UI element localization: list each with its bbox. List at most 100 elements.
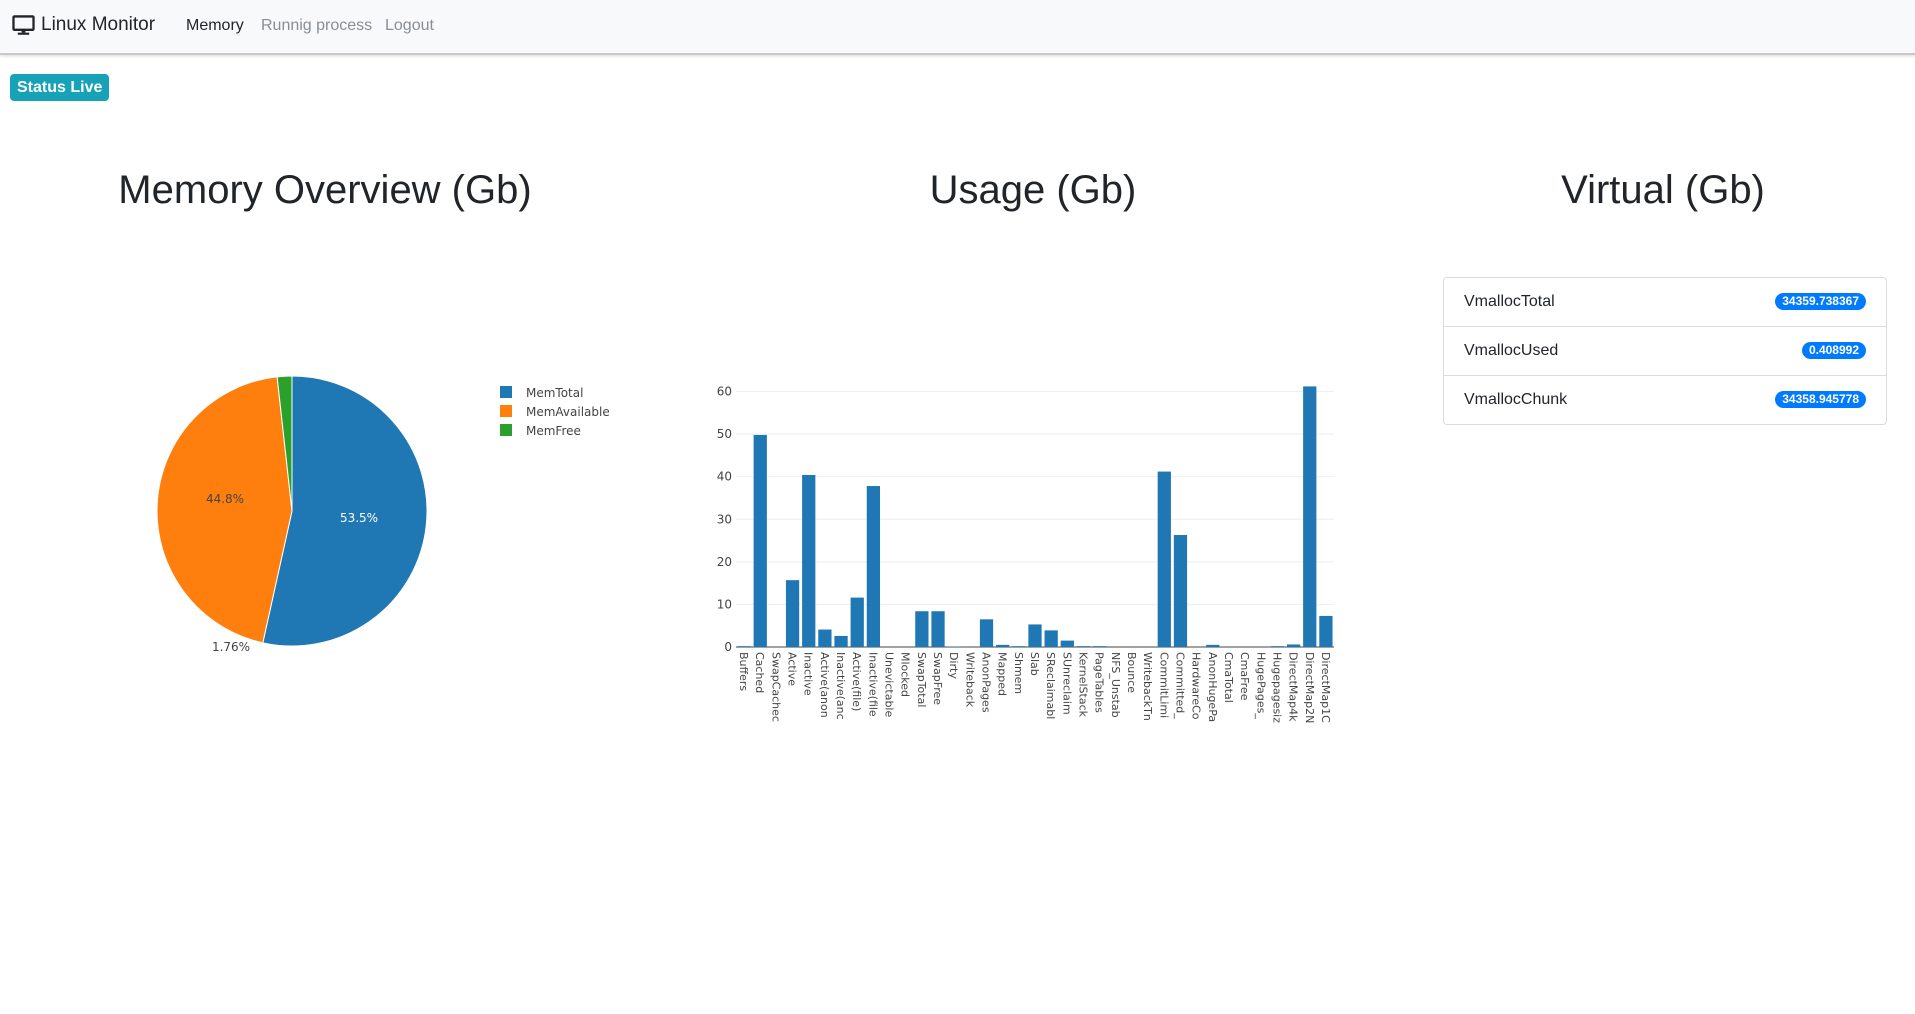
vmalloc-used-label: VmallocUsed (1464, 342, 1559, 359)
x-tick-label: HugePages_ (1254, 652, 1267, 719)
x-tick-label: Unevictable (883, 652, 896, 717)
bar-active-anon- (818, 629, 832, 647)
x-tick-label: SwapCachec (769, 652, 782, 722)
x-tick-label: CmaTotal (1222, 652, 1235, 703)
vmalloc-chunk-label: VmallocChunk (1464, 391, 1568, 408)
bar-directmap2m (1303, 386, 1317, 647)
bar-kernelstack (1076, 646, 1091, 647)
memory-pie-chart: 53.5% 44.8% 1.76% MemTotal MemAvailable MemF… (156, 375, 610, 654)
x-tick-label: HardwareCo (1190, 652, 1203, 720)
x-tick-label: Inactive (802, 652, 815, 696)
x-tick-label: Inactive(anc (834, 652, 847, 720)
nav-running-process[interactable]: Runnig process (261, 17, 372, 35)
x-tick-label: DirectMap4k (1287, 652, 1300, 722)
bar-active (785, 580, 800, 647)
legend-swatch-memavailable (500, 405, 512, 417)
y-tick-label: 10 (717, 597, 732, 611)
x-tick-label: Slab (1028, 652, 1041, 676)
bar-inactive-file- (866, 486, 881, 647)
x-tick-label: DirectMap1C (1319, 652, 1332, 723)
bar-sreclaimable (1044, 630, 1058, 647)
nav-logout[interactable]: Logout (385, 17, 434, 35)
bar-commitlimit (1157, 471, 1171, 647)
virtual-title: Virtual (Gb) (1561, 168, 1765, 212)
x-tick-label: WritebackTn (1141, 652, 1154, 721)
x-tick-label: Inactive(file (866, 652, 879, 717)
bar-anonhugepages (1206, 644, 1220, 647)
bar-directmap1g (1319, 615, 1333, 647)
bar-active-file- (850, 597, 864, 647)
virtual-list: VmallocTotal 34359.738367 VmallocUsed 0.… (1443, 277, 1887, 425)
x-tick-label: DirectMap2N (1303, 652, 1316, 723)
x-tick-label: SReclaimabl (1044, 652, 1057, 719)
list-item-vmalloc-chunk[interactable]: VmallocChunk 34358.945778 (1444, 376, 1886, 424)
vmalloc-chunk-value: 34358.945778 (1775, 391, 1866, 408)
pie-label-memfree: 1.76% (212, 640, 250, 654)
vmalloc-total-value: 34359.738367 (1775, 293, 1866, 310)
usage-title: Usage (Gb) (929, 168, 1137, 212)
x-tick-label: CmaFree (1238, 652, 1251, 701)
x-tick-label: Hugepagesiz (1270, 652, 1283, 723)
x-tick-label: Shmem (1012, 652, 1025, 694)
nav-memory[interactable]: Memory (186, 17, 244, 35)
bar-swapfree (931, 611, 945, 647)
y-tick-label: 50 (717, 427, 732, 441)
legend-swatch-memtotal (500, 386, 512, 398)
x-tick-label: SwapTotal (915, 652, 928, 707)
x-tick-label: SUnreclaim (1060, 652, 1073, 715)
x-tick-label: KernelStack (1076, 652, 1089, 718)
bar-committed-as (1173, 535, 1188, 647)
brand-title: Linux Monitor (41, 14, 156, 35)
bar-anonpages (979, 619, 994, 647)
x-tick-label: Buffers (737, 652, 750, 691)
bar-directmap4k (1286, 644, 1301, 647)
x-tick-label: PageTables (1093, 652, 1106, 713)
legend-swatch-memfree (500, 424, 512, 436)
x-tick-label: Dirty (947, 652, 960, 679)
y-tick-label: 30 (717, 512, 732, 526)
y-tick-label: 60 (717, 385, 732, 399)
x-tick-label: AnonHugePa (1206, 652, 1219, 722)
brand-link[interactable]: Linux Monitor (12, 14, 155, 36)
list-item-vmalloc-total[interactable]: VmallocTotal 34359.738367 (1444, 278, 1886, 327)
x-tick-label: Committed_ (1173, 652, 1186, 719)
x-tick-label: AnonPages (980, 652, 993, 713)
x-tick-label: Active (786, 652, 799, 686)
bar-mapped (996, 644, 1010, 647)
x-tick-label: Active(file) (850, 652, 863, 711)
list-item-vmalloc-used[interactable]: VmallocUsed 0.408992 (1444, 327, 1886, 376)
bar-sunreclaim (1060, 640, 1074, 647)
x-tick-label: Mapped (996, 652, 1009, 696)
x-tick-label: Writeback (963, 652, 976, 708)
pie-label-memtotal: 53.5% (340, 511, 378, 525)
legend-label-memfree[interactable]: MemFree (526, 424, 581, 438)
x-tick-label: Bounce (1125, 652, 1138, 693)
x-tick-label: Cached (753, 652, 766, 693)
y-tick-label: 40 (717, 470, 732, 484)
bar-inactive-anon- (834, 635, 848, 647)
y-tick-label: 0 (724, 640, 732, 654)
x-tick-label: Mlocked (899, 652, 912, 697)
bar-buffers (737, 646, 751, 647)
bar-swaptotal (915, 611, 929, 647)
legend-label-memtotal[interactable]: MemTotal (526, 386, 583, 400)
vmalloc-total-label: VmallocTotal (1464, 293, 1555, 310)
bar-pagetables (1093, 646, 1107, 647)
x-tick-label: CommitLimi (1157, 652, 1170, 718)
bar-inactive (802, 474, 816, 647)
usage-bar-chart: 0 10 20 30 40 50 60 Buffers Cached SwapCachec Act… (717, 385, 1334, 723)
memory-overview-title: Memory Overview (Gb) (118, 168, 532, 212)
x-tick-label: Active(anon (818, 652, 831, 718)
y-tick-label: 20 (717, 555, 732, 569)
x-tick-label: SwapFree (931, 652, 944, 705)
navbar: Linux Monitor Memory Runnig process Logo… (0, 0, 1915, 55)
bar-cached (753, 434, 767, 647)
bar-slab (1028, 624, 1042, 647)
pie-slice-memavailable (156, 376, 293, 644)
bar-hugepagesize (1270, 646, 1285, 647)
pie-label-memavailable: 44.8% (206, 492, 244, 506)
status-badge: Status Live (10, 74, 110, 101)
bar-shmem (1012, 646, 1026, 647)
legend-label-memavailable[interactable]: MemAvailable (526, 405, 610, 419)
monitor-icon (12, 14, 35, 35)
